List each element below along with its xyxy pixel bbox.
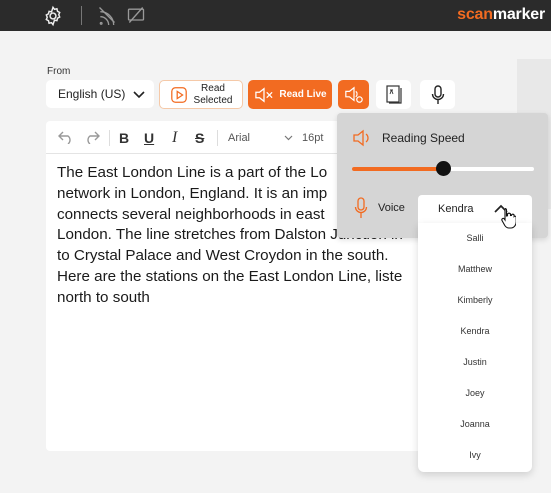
toolbar-separator [109, 130, 110, 146]
voice-option[interactable]: Joey [418, 388, 532, 398]
read-live-label: Read Live [279, 89, 327, 100]
italic-icon[interactable]: I [172, 129, 177, 147]
redo-icon[interactable] [84, 130, 100, 147]
no-screen-icon[interactable] [126, 5, 148, 27]
language-select[interactable]: English (US) [46, 80, 154, 108]
read-selected-line1: Read [201, 82, 225, 94]
no-signal-icon[interactable] [97, 5, 119, 27]
chevron-down-icon [133, 91, 145, 99]
microphone-button[interactable] [420, 80, 455, 109]
voice-option[interactable]: Ivy [418, 450, 532, 460]
voice-microphone-icon [354, 197, 368, 218]
translate-button[interactable] [376, 80, 411, 109]
underline-icon[interactable]: U [144, 130, 154, 146]
brand-logo: scanmarker [457, 6, 545, 23]
speaker-mute-icon [255, 86, 273, 103]
font-family-value: Arial [228, 132, 251, 144]
voice-option[interactable]: Kimberly [418, 295, 532, 305]
play-icon [170, 86, 187, 103]
reading-speed-slider[interactable] [352, 161, 534, 176]
translate-doc-icon [385, 84, 402, 104]
slider-fill [352, 167, 443, 171]
toolbar-separator [217, 130, 218, 146]
voice-option[interactable]: Matthew [418, 264, 532, 274]
read-live-button[interactable]: Read Live [248, 80, 332, 109]
voice-option[interactable]: Kendra [418, 326, 532, 336]
strikethrough-icon[interactable]: S [195, 130, 204, 146]
undo-icon[interactable] [58, 130, 74, 147]
read-selected-line2: Selected [193, 94, 233, 106]
title-separator [81, 6, 82, 25]
bold-icon[interactable]: B [119, 130, 129, 146]
text-line: Here are the stations on the East London… [57, 267, 403, 285]
speaker-icon [353, 129, 369, 147]
voice-label: Voice [378, 202, 405, 214]
voice-dropdown-list: Salli Matthew Kimberly Kendra Justin Joe… [418, 223, 532, 472]
read-selected-button[interactable]: Read Selected [159, 80, 243, 109]
text-line: north to south [57, 288, 150, 306]
font-size-select[interactable]: 16pt [302, 132, 323, 144]
speaker-settings-icon [344, 85, 363, 103]
title-bar: scanmarker [0, 0, 551, 31]
audio-settings-button[interactable] [338, 80, 369, 109]
from-label: From [47, 66, 71, 77]
microphone-icon [431, 84, 444, 104]
text-line: to Crystal Palace and West Croydon in th… [57, 247, 389, 265]
hand-cursor-icon [501, 207, 516, 229]
chevron-down-icon [284, 135, 293, 141]
voice-selected-value: Kendra [438, 203, 474, 215]
voice-option[interactable]: Joanna [418, 419, 532, 429]
gear-icon[interactable] [42, 5, 64, 27]
font-size-value: 16pt [302, 132, 324, 144]
slider-thumb[interactable] [436, 161, 451, 176]
voice-option[interactable]: Justin [418, 357, 532, 367]
voice-option[interactable]: Salli [418, 233, 532, 243]
language-value: English (US) [58, 87, 126, 101]
reading-speed-label: Reading Speed [382, 131, 465, 145]
